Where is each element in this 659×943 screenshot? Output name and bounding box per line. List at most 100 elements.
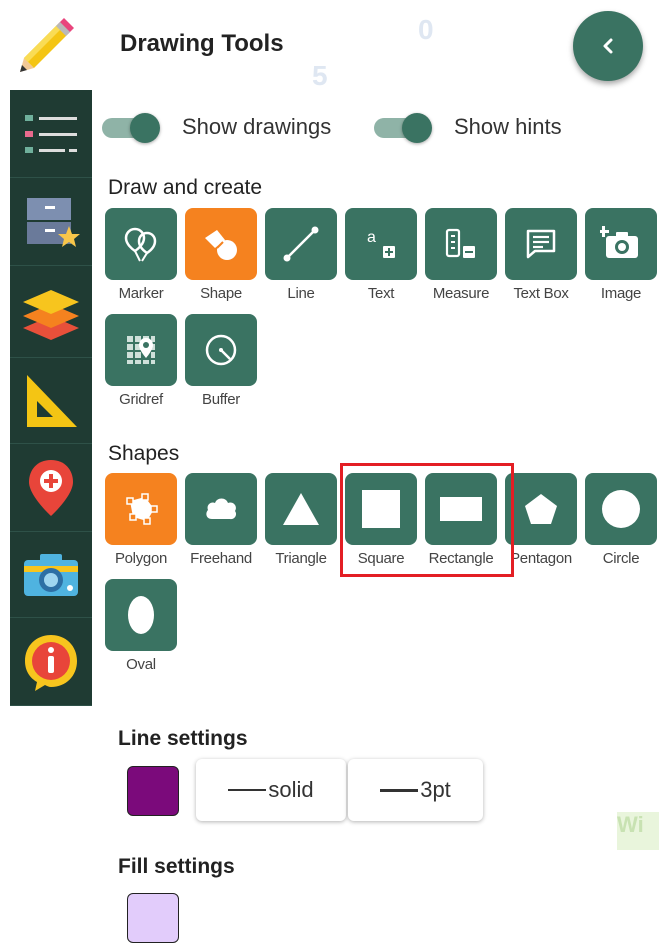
tool-circle[interactable]: Circle xyxy=(585,473,657,567)
tool-triangle[interactable]: Triangle xyxy=(265,473,337,567)
tool-label: Line xyxy=(287,285,315,302)
text-add-icon: a xyxy=(367,229,395,258)
tool-measure[interactable]: Measure xyxy=(425,208,497,302)
chevron-left-icon xyxy=(603,38,613,54)
tool-label: Circle xyxy=(602,550,640,567)
rectangle-icon xyxy=(440,497,482,521)
tool-label: Text Box xyxy=(513,285,569,302)
tool-polygon[interactable]: Polygon xyxy=(105,473,177,567)
polygon-icon xyxy=(126,493,158,525)
tool-label: Measure xyxy=(432,285,490,302)
tool-label: Shape xyxy=(200,285,242,302)
rail-layers-button[interactable] xyxy=(10,266,92,358)
line-settings-heading: Line settings xyxy=(118,727,248,750)
show-drawings-toggle[interactable] xyxy=(100,110,162,144)
tool-button[interactable] xyxy=(425,473,497,545)
line-width-dash-icon xyxy=(380,788,419,792)
tool-pentagon[interactable]: Pentagon xyxy=(505,473,577,567)
buffer-icon xyxy=(205,334,237,366)
tool-button[interactable] xyxy=(425,208,497,280)
tool-button[interactable]: a xyxy=(345,208,417,280)
circle-icon xyxy=(602,490,640,528)
tool-button[interactable] xyxy=(105,579,177,651)
collapse-panel-button[interactable] xyxy=(573,11,643,81)
tool-gridref[interactable]: Gridref xyxy=(105,314,177,408)
camera-icon xyxy=(24,553,78,596)
line-style-button[interactable]: solid xyxy=(196,759,346,821)
measure-icon xyxy=(445,228,475,258)
tool-button[interactable] xyxy=(185,473,257,545)
tool-line[interactable]: Line xyxy=(265,208,337,302)
show-drawings-label: Show drawings xyxy=(182,114,332,139)
show-hints-label: Show hints xyxy=(454,114,562,139)
tool-button[interactable] xyxy=(585,208,657,280)
line-width-label: 3pt xyxy=(420,777,451,802)
shapes-icon xyxy=(205,230,237,260)
tool-marker[interactable]: Marker xyxy=(105,208,177,302)
tool-label: Text xyxy=(367,285,395,302)
tool-button[interactable] xyxy=(585,473,657,545)
tool-buffer[interactable]: Buffer xyxy=(185,314,257,408)
rail-measure-button[interactable] xyxy=(10,358,92,444)
tool-shape[interactable]: Shape xyxy=(185,208,257,302)
tool-oval[interactable]: Oval xyxy=(105,579,177,673)
tool-label: Freehand xyxy=(190,550,252,567)
info-icon xyxy=(25,634,77,691)
rail-saved-drawings-button[interactable] xyxy=(10,178,92,266)
tool-button[interactable] xyxy=(345,473,417,545)
tool-label: Pentagon xyxy=(510,550,572,567)
draw-create-heading: Draw and create xyxy=(108,176,263,199)
tool-text[interactable]: a Text xyxy=(345,208,417,302)
rail-info-button[interactable] xyxy=(10,618,92,706)
tool-button[interactable] xyxy=(185,314,257,386)
tool-button[interactable] xyxy=(105,314,177,386)
tool-square[interactable]: Square xyxy=(345,473,417,567)
tool-button[interactable] xyxy=(505,208,577,280)
layers-icon xyxy=(23,289,79,340)
line-icon xyxy=(283,226,319,262)
tool-label: Buffer xyxy=(202,391,240,408)
fill-color-swatch[interactable] xyxy=(127,893,179,943)
tool-label: Square xyxy=(357,550,405,567)
shapes-heading: Shapes xyxy=(108,442,180,465)
oval-icon xyxy=(128,596,154,634)
tool-button[interactable] xyxy=(265,473,337,545)
draw-create-tool-grid: Marker Shape Line a Text Measure Text Bo… xyxy=(105,208,657,408)
tool-label: Image xyxy=(600,285,642,302)
triangle-icon xyxy=(283,493,319,525)
tool-text-box[interactable]: Text Box xyxy=(505,208,577,302)
list-icon xyxy=(25,114,77,153)
pentagon-icon xyxy=(525,494,557,524)
tool-button[interactable] xyxy=(265,208,337,280)
tool-image[interactable]: Image xyxy=(585,208,657,302)
show-hints-row: Show hints xyxy=(372,110,562,144)
panel-title: Drawing Tools xyxy=(120,30,284,57)
location-pin-icon xyxy=(29,459,73,516)
rail-photos-button[interactable] xyxy=(10,532,92,618)
tool-label: Rectangle xyxy=(428,550,494,567)
tool-button[interactable] xyxy=(505,473,577,545)
pencil-logo-icon xyxy=(14,14,76,76)
line-width-button[interactable]: 3pt xyxy=(348,759,483,821)
text-box-icon xyxy=(526,229,556,259)
line-color-swatch[interactable] xyxy=(127,766,179,816)
show-drawings-row: Show drawings xyxy=(100,110,331,144)
tool-button[interactable] xyxy=(105,208,177,280)
tool-label: Triangle xyxy=(275,550,327,567)
show-hints-toggle[interactable] xyxy=(372,110,434,144)
tool-label: Polygon xyxy=(114,550,168,567)
tool-freehand[interactable]: Freehand xyxy=(185,473,257,567)
line-style-dash-icon xyxy=(228,789,267,791)
shapes-tool-grid: Polygon Freehand Triangle Square Rectang… xyxy=(105,473,657,673)
tool-button[interactable] xyxy=(105,473,177,545)
cloud-icon xyxy=(206,498,237,520)
rail-layers-list-button[interactable] xyxy=(10,90,92,178)
tool-rectangle[interactable]: Rectangle xyxy=(425,473,497,567)
drawing-tools-panel: Drawing Tools Show drawings Show hints D… xyxy=(92,0,659,943)
rail-places-button[interactable] xyxy=(10,444,92,532)
gridref-icon xyxy=(127,336,155,364)
tool-button[interactable] xyxy=(185,208,257,280)
tool-label: Marker xyxy=(118,285,164,302)
square-icon xyxy=(362,490,400,528)
tool-label: Oval xyxy=(126,656,156,673)
